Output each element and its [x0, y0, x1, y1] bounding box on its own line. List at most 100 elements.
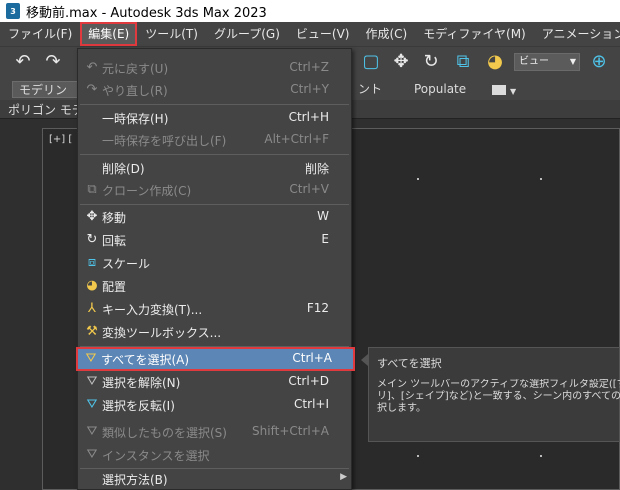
tooltip-body-line: リ]、[シェイプ]など)と一致する、シーン内のすべてのオブジェ: [377, 391, 620, 402]
tab-populate[interactable]: Populate: [414, 81, 466, 98]
menu-edit[interactable]: 編集(E): [80, 22, 138, 46]
menu-item-placement[interactable]: ◕ 配置: [78, 275, 351, 297]
menu-item-label: 選択を解除(N): [102, 376, 181, 390]
menu-item-shortcut: E: [321, 232, 329, 246]
menu-item-label: 配置: [102, 280, 127, 294]
menu-item-select-similar[interactable]: ⛛ 類似したものを選択(S) Shift+Ctrl+A: [78, 421, 351, 443]
menu-item-label: 元に戻す(U): [102, 62, 169, 76]
redo-icon[interactable]: ↷: [42, 51, 64, 73]
menu-item-clone[interactable]: ⧉ クローン作成(C) Ctrl+V: [78, 179, 351, 201]
menu-item-fetch[interactable]: 一時保存を呼び出し(F) Alt+Ctrl+F: [78, 129, 351, 151]
grid-dot: [540, 178, 542, 180]
menu-item-label: 類似したものを選択(S): [102, 426, 227, 440]
menu-item-shortcut: Shift+Ctrl+A: [252, 424, 329, 438]
grid-dot: [540, 455, 542, 457]
placement-icon[interactable]: ◕: [484, 51, 506, 73]
select-region-icon[interactable]: ▢: [360, 51, 382, 73]
menu-item-shortcut: Ctrl+V: [289, 182, 329, 196]
menu-group[interactable]: グループ(G): [206, 22, 288, 46]
tooltip: すべてを選択 メイン ツールバーのアクティブな選択フィルタ設定([すべて]、 リ…: [368, 347, 620, 442]
menu-item-label: 変換ツールボックス...: [102, 326, 222, 340]
menu-item-select-instances[interactable]: ⛛ インスタンスを選択: [78, 444, 351, 466]
menu-item-shortcut: Ctrl+H: [288, 110, 329, 124]
ribbon-panel-label: ポリゴン モデ: [8, 103, 84, 117]
rotate-icon: ↻: [86, 232, 98, 247]
select-instances-icon: ⛛: [86, 447, 98, 462]
menu-item-label: 一時保存を呼び出し(F): [102, 134, 227, 148]
menu-separator: [80, 346, 349, 347]
app-icon: 3: [6, 3, 20, 19]
menu-item-delete[interactable]: 削除(D) 削除: [78, 157, 351, 179]
reference-coordinate-value: ビュー: [519, 56, 549, 67]
select-similar-icon: ⛛: [86, 424, 98, 439]
menu-item-shortcut: Alt+Ctrl+F: [264, 132, 329, 146]
window-title: 移動前.max - Autodesk 3ds Max 2023: [26, 5, 267, 21]
menu-item-label: 回転: [102, 234, 127, 248]
menu-item-select-invert[interactable]: ⛛ 選択を反転(I) Ctrl+I: [78, 394, 351, 416]
menu-item-shortcut: Ctrl+D: [288, 374, 329, 388]
select-invert-icon: ⛛: [86, 397, 98, 412]
menu-item-select-none[interactable]: ⛛ 選択を解除(N) Ctrl+D: [78, 371, 351, 393]
menu-item-hold[interactable]: 一時保存(H) Ctrl+H: [78, 107, 351, 129]
menu-item-shortcut: Ctrl+A: [292, 351, 332, 365]
redo-icon: ↷: [86, 82, 98, 97]
chevron-down-icon: ▼: [569, 57, 576, 66]
menu-item-label: 削除(D): [102, 162, 145, 176]
submenu-arrow-icon: ▶: [340, 472, 347, 482]
menu-item-transform-toolbox[interactable]: ⚒ 変換ツールボックス...: [78, 321, 351, 343]
scale-icon[interactable]: ⧉: [452, 51, 474, 73]
tooltip-body-line: メイン ツールバーのアクティブな選択フィルタ設定([すべて]、: [377, 379, 620, 390]
menu-animation[interactable]: アニメーション(: [534, 22, 620, 46]
move-icon[interactable]: ✥: [390, 51, 412, 73]
menu-separator: [80, 154, 349, 155]
menu-item-select-by[interactable]: 選択方法(B) ▶: [78, 468, 351, 490]
clone-icon: ⧉: [87, 182, 97, 197]
transform-toolbox-icon: ⚒: [86, 324, 98, 339]
tab-object-paint[interactable]: ント: [358, 81, 382, 98]
tab-modeling[interactable]: モデリング: [12, 81, 78, 114]
menu-modifiers[interactable]: モディファイヤ(M): [415, 22, 534, 46]
menu-item-label: 選択を反転(I): [102, 399, 175, 413]
select-all-icon: ⛛: [85, 351, 97, 366]
menu-item-shortcut: Ctrl+Y: [290, 82, 329, 96]
menu-item-shortcut: Ctrl+I: [294, 397, 329, 411]
menu-item-shortcut: F12: [306, 301, 329, 315]
ribbon-chevron-icon[interactable]: ▼: [510, 83, 516, 100]
tooltip-body-line: 択します。: [377, 403, 426, 414]
menu-tools[interactable]: ツール(T): [137, 22, 206, 46]
menu-item-undo[interactable]: ↶ 元に戻す(U) Ctrl+Z: [78, 57, 351, 79]
tooltip-pointer: [361, 354, 368, 366]
viewport-label[interactable]: [+] [: [49, 134, 72, 145]
menu-item-label: クローン作成(C): [102, 184, 192, 198]
grid-dot: [417, 455, 419, 457]
menu-item-select-all[interactable]: ⛛ すべてを選択(A) Ctrl+A: [76, 347, 355, 371]
placement-icon: ◕: [86, 278, 98, 293]
rotate-icon[interactable]: ↻: [420, 51, 442, 73]
undo-icon[interactable]: ↶: [12, 51, 34, 73]
reference-coordinate-dropdown[interactable]: ビュー ▼: [514, 53, 580, 71]
menu-item-label: やり直し(R): [102, 84, 168, 98]
grid-dot: [417, 178, 419, 180]
menu-item-label: キー入力変換(T)...: [102, 303, 203, 317]
menu-file[interactable]: ファイル(F): [0, 22, 80, 46]
title-bar: 3 移動前.max - Autodesk 3ds Max 2023: [0, 0, 620, 22]
menu-create[interactable]: 作成(C): [357, 22, 415, 46]
menu-item-transform-type-in[interactable]: ⅄ キー入力変換(T)... F12: [78, 298, 351, 320]
menu-item-label: 一時保存(H): [102, 112, 169, 126]
menu-item-redo[interactable]: ↷ やり直し(R) Ctrl+Y: [78, 79, 351, 101]
pivot-center-icon[interactable]: ⊕: [588, 51, 610, 73]
tooltip-body: メイン ツールバーのアクティブな選択フィルタ設定([すべて]、 リ]、[シェイプ…: [377, 379, 620, 415]
menu-item-shortcut: W: [317, 209, 329, 223]
edit-menu: ↶ 元に戻す(U) Ctrl+Z ↷ やり直し(R) Ctrl+Y 一時保存(H…: [76, 48, 355, 490]
menu-item-rotate[interactable]: ↻ 回転 E: [78, 229, 351, 251]
ribbon-options-icon[interactable]: [492, 85, 506, 95]
tooltip-title: すべてを選択: [377, 357, 442, 370]
menu-item-shortcut: 削除: [304, 162, 329, 176]
menu-view[interactable]: ビュー(V): [288, 22, 358, 46]
menu-separator: [80, 204, 349, 205]
menu-item-scale[interactable]: ⧈ スケール: [78, 252, 351, 274]
menu-item-label: すべてを選択(A): [101, 353, 190, 367]
menu-item-move[interactable]: ✥ 移動 W: [78, 206, 351, 228]
transform-type-in-icon: ⅄: [88, 301, 96, 316]
select-none-icon: ⛛: [86, 374, 98, 389]
